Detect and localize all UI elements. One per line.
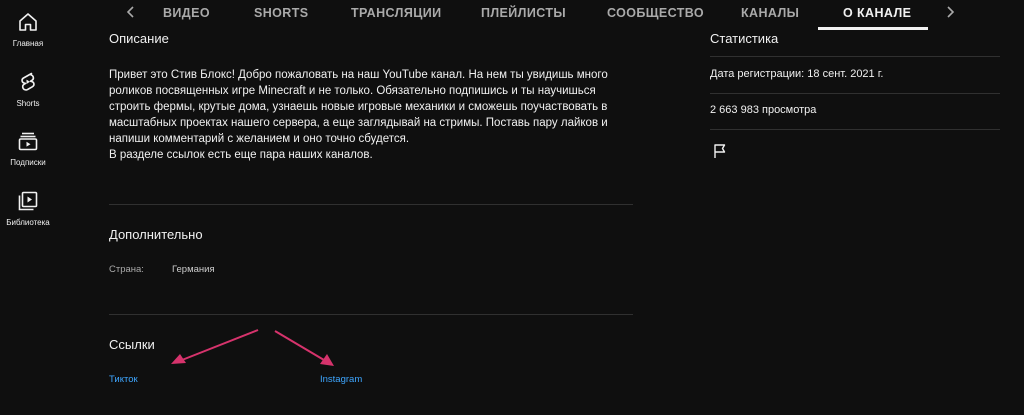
annotation-arrow-instagram xyxy=(274,330,334,366)
join-date: Дата регистрации: 18 сент. 2021 г. xyxy=(710,68,884,80)
tab-shorts[interactable]: SHORTS xyxy=(254,6,309,20)
guide-item-subscriptions[interactable]: Подписки xyxy=(0,129,56,181)
tab-playlists[interactable]: ПЛЕЙЛИСТЫ xyxy=(481,6,566,20)
annotation-arrows xyxy=(171,329,334,366)
section-divider xyxy=(109,314,633,315)
guide-item-label: Shorts xyxy=(16,99,40,108)
channel-description: Привет это Стив Блокс! Добро пожаловать … xyxy=(109,67,629,163)
details-title: Дополнительно xyxy=(109,227,203,242)
chevron-right-icon[interactable] xyxy=(943,5,957,19)
description-line: строить фермы, крутые дома, узнаешь новы… xyxy=(109,101,608,113)
guide-item-library[interactable]: Библиотека xyxy=(0,189,56,241)
description-line: напиши комментарий с желанием и оно точн… xyxy=(109,133,410,145)
tab-about[interactable]: О КАНАЛЕ xyxy=(843,6,911,20)
guide-item-label: Библиотека xyxy=(6,218,50,227)
stats-title: Статистика xyxy=(710,31,779,46)
link-tiktok[interactable]: Тикток xyxy=(109,374,138,385)
links-title: Ссылки xyxy=(109,337,155,352)
section-divider xyxy=(109,204,633,205)
stats-divider xyxy=(710,129,1000,130)
view-count: 2 663 983 просмотра xyxy=(710,104,817,116)
library-icon xyxy=(18,191,38,211)
tab-channels[interactable]: КАНАЛЫ xyxy=(741,6,799,20)
country-label: Страна: xyxy=(109,264,144,275)
description-line: Привет это Стив Блокс! Добро пожаловать … xyxy=(109,69,608,81)
guide-item-label: Главная xyxy=(12,39,44,48)
tab-live[interactable]: ТРАНСЛЯЦИИ xyxy=(351,6,442,20)
tab-videos[interactable]: ВИДЕО xyxy=(163,6,210,20)
tab-community[interactable]: СООБЩЕСТВО xyxy=(607,6,704,20)
active-tab-indicator xyxy=(818,27,928,30)
description-line: роликов посвященных игре Minecraft и не … xyxy=(109,85,596,97)
app-root: Главная Shorts Подписки Библиотека ВИДЕО… xyxy=(0,0,1024,415)
stats-divider xyxy=(710,56,1000,57)
description-title: Описание xyxy=(109,31,169,46)
description-line: В разделе ссылок есть еще пара наших кан… xyxy=(109,149,373,161)
annotation-arrow-tiktok xyxy=(171,329,259,364)
guide-item-home[interactable]: Главная xyxy=(0,10,56,62)
flag-icon[interactable] xyxy=(712,143,728,159)
subscriptions-icon xyxy=(18,132,38,151)
guide-item-shorts[interactable]: Shorts xyxy=(0,70,56,122)
description-line: масштабных проектах нашего сервера, а ещ… xyxy=(109,117,608,129)
left-guide: Главная Shorts Подписки Библиотека xyxy=(0,0,56,415)
home-icon xyxy=(19,13,37,31)
link-instagram[interactable]: Instagram xyxy=(320,374,362,385)
country-value: Германия xyxy=(172,264,215,275)
guide-item-label: Подписки xyxy=(10,158,46,167)
stats-divider xyxy=(710,93,1000,94)
chevron-left-icon[interactable] xyxy=(124,5,138,19)
shorts-icon xyxy=(21,72,35,91)
